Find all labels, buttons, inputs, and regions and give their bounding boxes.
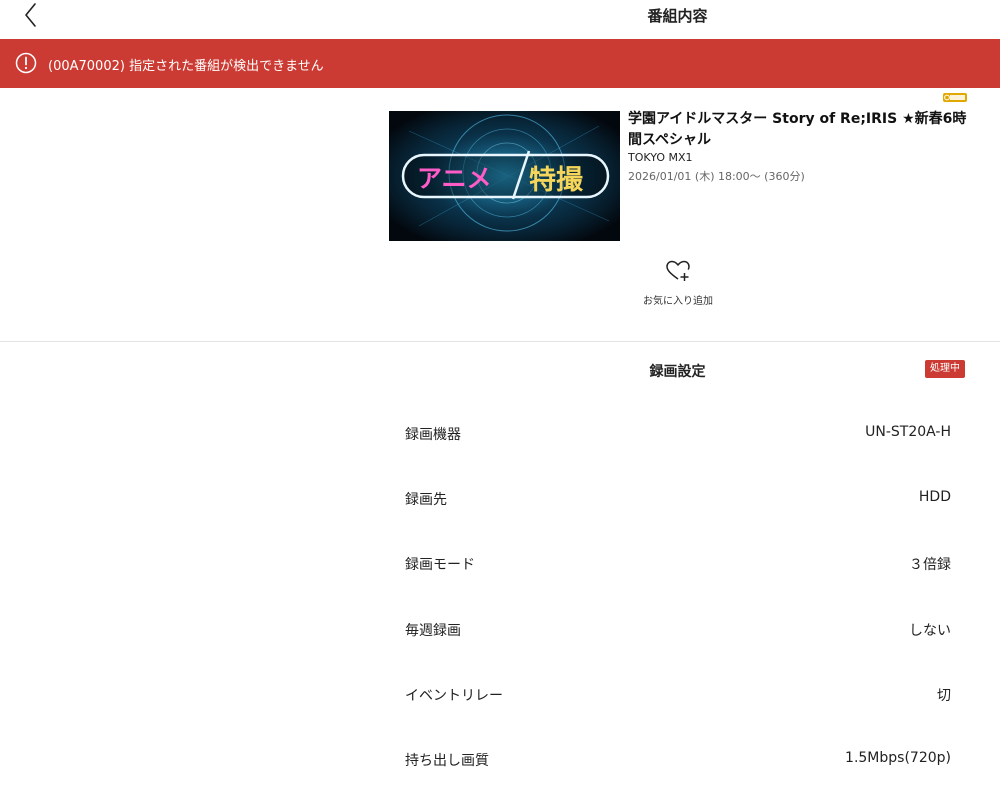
recorder-value: UN-ST20A-H xyxy=(865,424,951,440)
settings-row-weekly[interactable]: 毎週録画 しない xyxy=(389,614,961,644)
heart-plus-icon xyxy=(666,260,690,281)
takeout-quality-label: 持ち出し画質 xyxy=(405,753,489,769)
weekly-value: しない xyxy=(909,623,951,639)
recording-settings-title: 録画設定 xyxy=(649,364,706,380)
event-relay-label: イベントリレー xyxy=(405,688,503,704)
program-info: アニメ 特撮 学園アイドルマスター Story of Re;IRIS ★新春6時… xyxy=(0,88,1000,342)
weekly-label: 毎週録画 xyxy=(405,623,461,639)
destination-value: HDD xyxy=(918,489,951,505)
mode-label: 録画モード xyxy=(405,557,475,573)
takeout-quality-value: 1.5Mbps(720p) xyxy=(845,750,951,766)
add-favorite-button[interactable]: お気に入り追加 xyxy=(628,259,728,307)
program-thumbnail: アニメ 特撮 xyxy=(389,111,620,241)
error-banner: (00A70002) 指定された番組が検出できません xyxy=(0,39,1000,88)
settings-row-event-relay[interactable]: イベントリレー 切 xyxy=(389,679,961,709)
top-header: 番組内容 xyxy=(0,0,1000,39)
thumbnail-text-anime: アニメ xyxy=(417,164,492,193)
page-title: 番組内容 xyxy=(647,7,708,25)
thumbnail-graphic: アニメ 特撮 xyxy=(389,111,620,241)
error-message: (00A70002) 指定された番組が検出できません xyxy=(48,59,324,74)
settings-row-destination[interactable]: 録画先 HDD xyxy=(389,483,961,513)
add-favorite-label: お気に入り追加 xyxy=(643,296,713,307)
recorder-label: 録画機器 xyxy=(405,427,461,443)
settings-row-recorder[interactable]: 録画機器 UN-ST20A-H xyxy=(389,418,961,448)
program-channel: TOKYO MX1 xyxy=(628,151,693,164)
settings-row-mode[interactable]: 録画モード ３倍録 xyxy=(389,548,961,578)
settings-row-takeout-quality[interactable]: 持ち出し画質 1.5Mbps(720p) xyxy=(389,744,961,774)
program-datetime: 2026/01/01 (木) 18:00～ (360分) xyxy=(628,170,805,183)
program-title: 学園アイドルマスター Story of Re;IRIS ★新春6時間スペシャル xyxy=(628,111,967,148)
thumbnail-text-tokusatsu: 特撮 xyxy=(529,165,584,196)
event-relay-value: 切 xyxy=(937,688,951,704)
exclamation-circle-icon xyxy=(15,52,37,74)
program-detail-page: 番組内容 (00A70002) 指定された番組が検出できません アニメ 特撮 学… xyxy=(0,0,1000,789)
destination-label: 録画先 xyxy=(405,492,447,508)
status-badge: 処理中 xyxy=(925,360,965,378)
mode-value: ３倍録 xyxy=(909,557,951,573)
g-guide-logo-icon xyxy=(943,93,967,102)
